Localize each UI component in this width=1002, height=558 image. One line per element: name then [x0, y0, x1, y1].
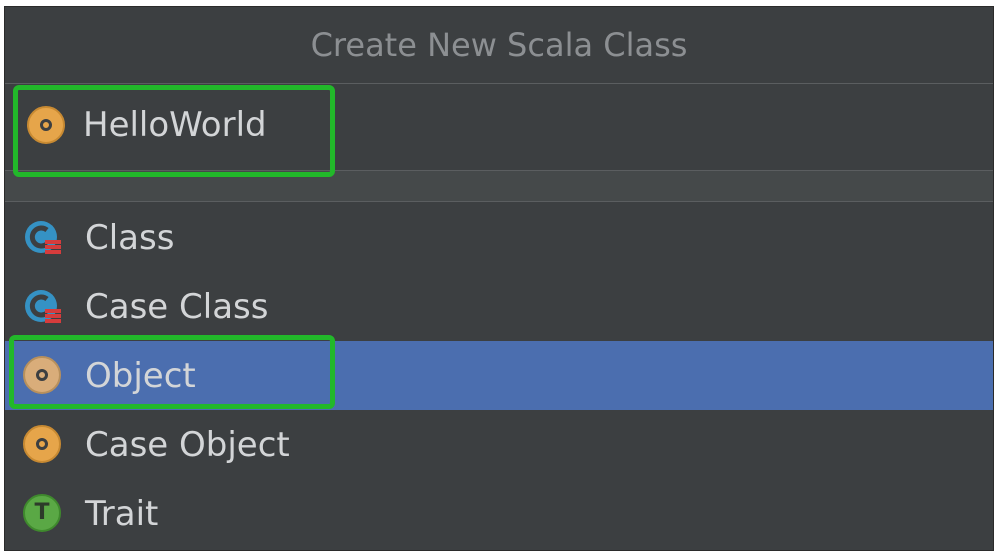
- kind-item-trait[interactable]: T Trait: [5, 479, 993, 548]
- object-icon: [27, 106, 65, 144]
- name-row: HelloWorld: [5, 84, 993, 171]
- class-name-input[interactable]: HelloWorld: [19, 92, 329, 158]
- separator-band: [5, 171, 993, 202]
- trait-icon: T: [23, 493, 63, 534]
- kind-label: Class: [85, 217, 175, 258]
- kind-label: Case Class: [85, 286, 269, 327]
- kind-item-case-object[interactable]: Case Object: [5, 410, 993, 479]
- dialog-title: Create New Scala Class: [310, 26, 688, 64]
- kind-label: Case Object: [85, 424, 290, 465]
- class-icon: [23, 218, 63, 258]
- object-icon: [23, 355, 63, 396]
- kind-list: Class Case Class Object Case Object T Tr…: [5, 203, 993, 548]
- case-class-icon: [23, 287, 63, 327]
- kind-label: Trait: [85, 493, 159, 534]
- dialog-title-bar: Create New Scala Class: [5, 7, 993, 84]
- kind-item-object[interactable]: Object: [5, 341, 993, 410]
- class-name-value: HelloWorld: [83, 105, 267, 145]
- kind-label: Object: [85, 355, 196, 396]
- kind-item-case-class[interactable]: Case Class: [5, 272, 993, 341]
- case-object-icon: [23, 424, 63, 465]
- create-scala-class-dialog: Create New Scala Class HelloWorld Class: [4, 6, 994, 551]
- kind-item-class[interactable]: Class: [5, 203, 993, 272]
